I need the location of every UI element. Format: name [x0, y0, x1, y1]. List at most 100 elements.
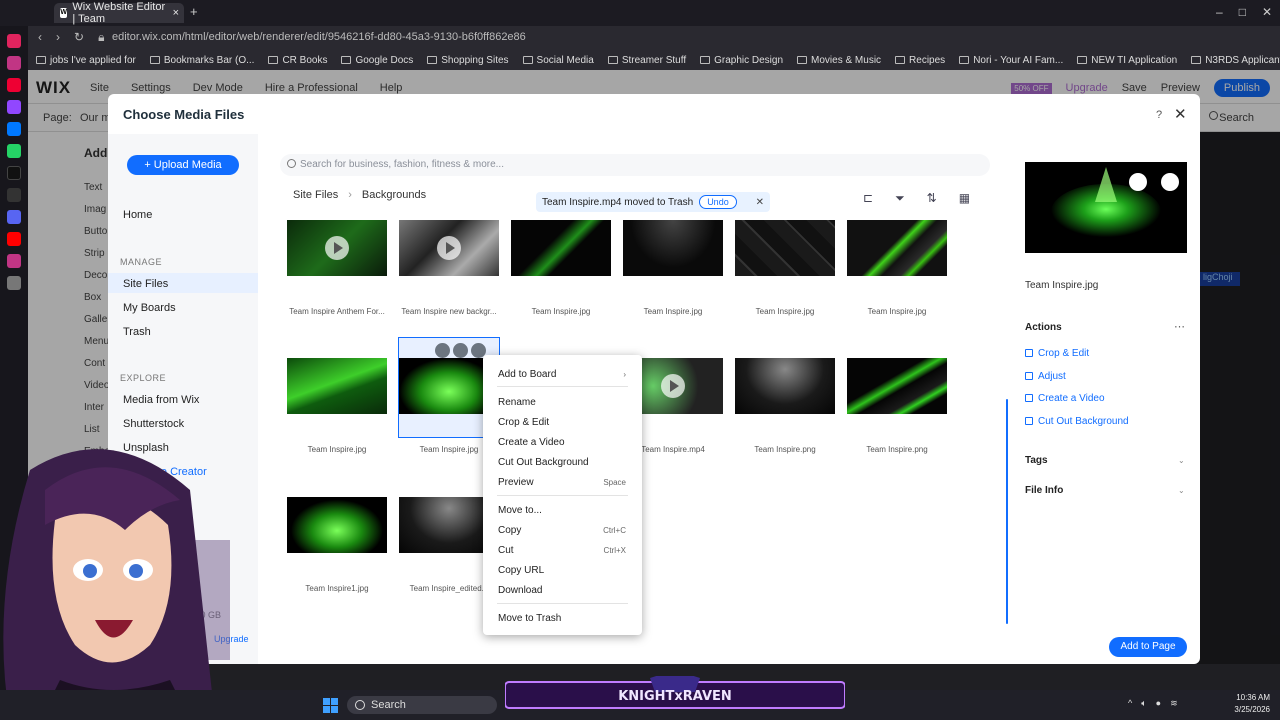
close-window-icon[interactable]: ✕	[1262, 5, 1272, 19]
bookmark-item[interactable]: Streamer Stuff	[607, 55, 686, 66]
back-icon[interactable]: ‹	[38, 30, 42, 45]
maximize-icon[interactable]: □	[1239, 5, 1246, 19]
sidebar-app-icon[interactable]	[7, 232, 21, 246]
bookmark-item[interactable]: Recipes	[895, 55, 945, 66]
media-file-name: Team Inspire1.jpg	[305, 584, 369, 593]
new-tab-icon[interactable]: +	[190, 4, 198, 19]
grid-view-icon[interactable]: ▦	[959, 191, 970, 206]
actions-more-icon[interactable]: ⋯	[1174, 320, 1185, 333]
context-item-label: Cut	[498, 545, 514, 556]
context-item-preview[interactable]: Preview Space	[483, 474, 642, 492]
context-item-move-to[interactable]: Move to...	[483, 502, 642, 520]
sidebar-app-icon[interactable]	[7, 100, 21, 114]
media-thumbnail[interactable]	[735, 220, 835, 276]
grid-scrollbar[interactable]	[1006, 399, 1008, 624]
chevron-right-icon: ›	[623, 370, 626, 379]
item-action-icon[interactable]	[453, 343, 468, 358]
media-thumbnail[interactable]	[287, 220, 387, 276]
sidebar-app-icon[interactable]	[7, 56, 21, 70]
nav-site-files[interactable]: Site Files	[123, 278, 168, 290]
chevron-down-icon[interactable]: ⌄	[1178, 486, 1185, 495]
bookmark-item[interactable]: Nori - Your AI Fam...	[959, 55, 1063, 66]
volume-icon[interactable]: 🔈︎	[1141, 698, 1146, 709]
sidebar-app-icon[interactable]	[7, 166, 21, 180]
media-thumbnail[interactable]	[399, 220, 499, 276]
chevron-down-icon[interactable]: ⌄	[1178, 456, 1185, 465]
nav-media-from-wix[interactable]: Media from Wix	[123, 394, 199, 406]
reload-icon[interactable]: ↻	[74, 30, 84, 45]
close-tab-icon[interactable]: ×	[173, 7, 179, 19]
bookmark-item[interactable]: N3RDS Applicanti...	[1191, 55, 1280, 66]
filter-icon[interactable]: ⏷	[895, 191, 905, 206]
media-thumbnail[interactable]	[735, 358, 835, 414]
sidebar-app-icon[interactable]	[7, 78, 21, 92]
nav-shutterstock[interactable]: Shutterstock	[123, 418, 184, 430]
media-thumbnail[interactable]	[847, 220, 947, 276]
preview-action-icon[interactable]	[1129, 173, 1147, 191]
minimize-icon[interactable]: –	[1216, 5, 1223, 19]
action-create-video[interactable]: Create a Video	[1025, 393, 1105, 404]
toast-close-icon[interactable]: ✕	[756, 197, 764, 208]
nav-home[interactable]: Home	[123, 209, 152, 221]
tags-section[interactable]: Tags	[1025, 455, 1048, 466]
bookmark-item[interactable]: Movies & Music	[797, 55, 881, 66]
action-adjust[interactable]: Adjust	[1025, 371, 1066, 382]
expand-icon[interactable]	[1161, 173, 1179, 191]
add-to-page-button[interactable]: Add to Page	[1109, 637, 1187, 657]
context-item-copy[interactable]: Copy Ctrl+C	[483, 522, 642, 540]
mic-icon[interactable]: ●	[1156, 698, 1161, 709]
context-item-create-video[interactable]: Create a Video	[483, 434, 642, 452]
bookmark-item[interactable]: Graphic Design	[700, 55, 783, 66]
item-action-icon[interactable]	[435, 343, 450, 358]
action-cut-out-background[interactable]: Cut Out Background	[1025, 416, 1129, 427]
context-item-move-to-trash[interactable]: Move to Trash	[483, 610, 642, 628]
context-item-copy-url[interactable]: Copy URL	[483, 562, 642, 580]
sidebar-app-icon[interactable]	[7, 254, 21, 268]
upload-media-button[interactable]: + Upload Media	[127, 155, 239, 175]
help-icon[interactable]: ?	[1156, 109, 1162, 121]
sidebar-app-icon[interactable]	[7, 210, 21, 224]
context-item-rename[interactable]: Rename	[483, 394, 642, 412]
bookmark-item[interactable]: jobs I've applied for	[36, 55, 136, 66]
bookmark-item[interactable]: NEW TI Application	[1077, 55, 1177, 66]
url-field[interactable]: editor.wix.com/html/editor/web/renderer/…	[112, 31, 526, 43]
bookmark-item[interactable]: Google Docs	[341, 55, 413, 66]
close-icon[interactable]: ✕	[1174, 105, 1187, 123]
context-item-crop-edit[interactable]: Crop & Edit	[483, 414, 642, 432]
sort-icon[interactable]: ⇅	[927, 191, 937, 206]
context-item-cut-out-background[interactable]: Cut Out Background	[483, 454, 642, 472]
media-thumbnail[interactable]	[511, 220, 611, 276]
clock[interactable]: 10:36 AM 3/25/2026	[1234, 692, 1270, 716]
windows-start-icon[interactable]	[323, 698, 338, 713]
media-search-input[interactable]: Search for business, fashion, fitness & …	[280, 154, 990, 176]
bookmark-item[interactable]: CR Books	[268, 55, 327, 66]
bookmark-item[interactable]: Social Media	[522, 55, 594, 66]
bookmark-item[interactable]: Bookmarks Bar (O...	[149, 55, 254, 66]
new-folder-icon[interactable]: ⊏	[863, 191, 873, 206]
context-item-add-to-board[interactable]: Add to Board ›	[483, 366, 642, 384]
sidebar-app-icon[interactable]	[7, 188, 21, 202]
nav-my-boards[interactable]: My Boards	[123, 302, 176, 314]
media-thumbnail[interactable]	[287, 497, 387, 553]
context-item-cut[interactable]: Cut Ctrl+X	[483, 542, 642, 560]
media-thumbnail[interactable]	[287, 358, 387, 414]
nav-trash[interactable]: Trash	[123, 326, 151, 338]
sidebar-app-icon[interactable]	[7, 144, 21, 158]
media-thumbnail[interactable]	[623, 220, 723, 276]
file-info-section[interactable]: File Info	[1025, 485, 1063, 496]
undo-button[interactable]: Undo	[699, 195, 737, 209]
context-item-download[interactable]: Download	[483, 582, 642, 600]
media-thumbnail[interactable]	[847, 358, 947, 414]
action-crop-edit[interactable]: Crop & Edit	[1025, 348, 1090, 359]
tab-wix-editor[interactable]: W Wix Website Editor | Team ×	[54, 1, 184, 25]
wifi-icon[interactable]: ≋	[1170, 698, 1178, 709]
action-label: Crop & Edit	[1038, 348, 1090, 359]
breadcrumb-site-files[interactable]: Site Files	[293, 189, 338, 201]
sidebar-app-icon[interactable]	[7, 34, 21, 48]
sidebar-app-icon[interactable]	[7, 122, 21, 136]
tray-chevron-icon[interactable]: ^	[1128, 698, 1132, 709]
forward-icon[interactable]: ›	[56, 30, 60, 45]
sidebar-app-icon[interactable]	[7, 276, 21, 290]
taskbar-search[interactable]: Search	[347, 696, 497, 714]
bookmark-item[interactable]: Shopping Sites	[427, 55, 509, 66]
